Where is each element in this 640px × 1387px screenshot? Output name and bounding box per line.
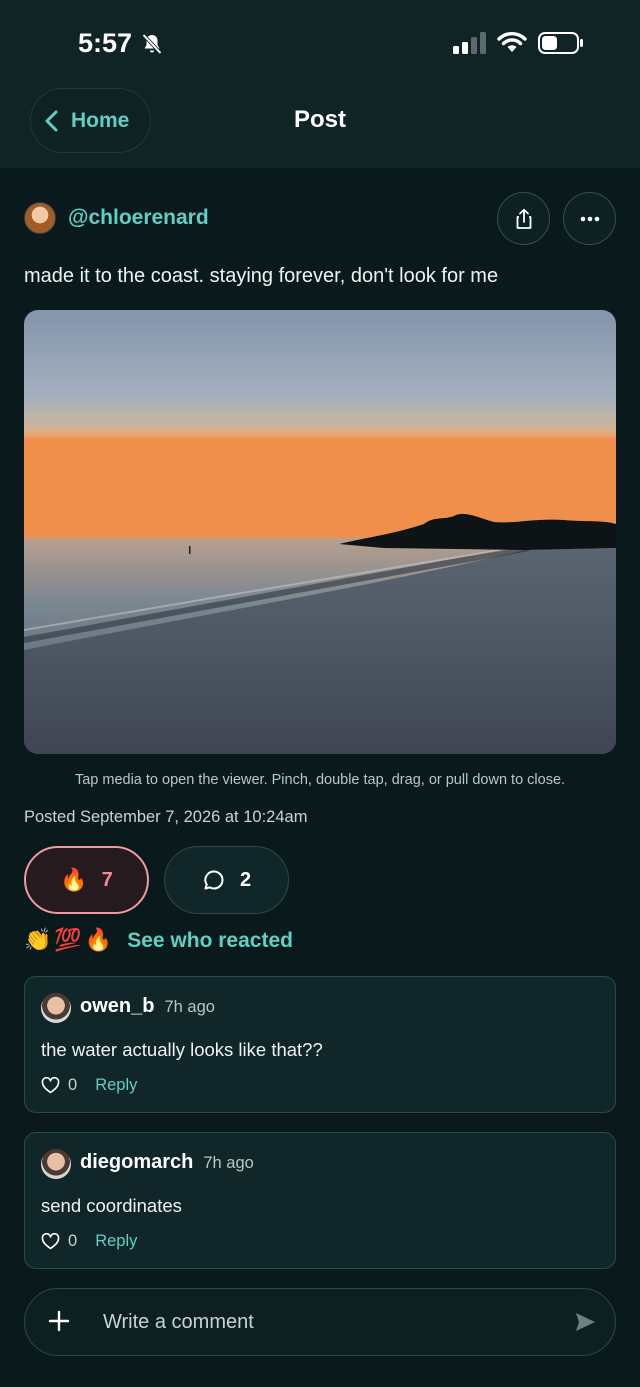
like-count: 0: [68, 1232, 78, 1250]
comment-input[interactable]: [103, 1307, 543, 1337]
cellular-signal-icon: [453, 32, 486, 54]
hundred-emoji-icon: 💯: [54, 928, 82, 953]
share-button[interactable]: [497, 192, 550, 245]
comment-username[interactable]: owen_b: [80, 995, 154, 1017]
top-bar: 5:57 Home Post: [0, 0, 640, 168]
post-photo[interactable]: [24, 310, 616, 754]
reply-button[interactable]: Reply: [95, 1232, 137, 1251]
comment-card: diegomarch 7h ago send coordinates 0 Repl…: [24, 1132, 616, 1269]
reply-button[interactable]: Reply: [95, 1076, 137, 1095]
reaction-count: 7: [101, 868, 113, 891]
heart-icon[interactable]: [41, 1233, 60, 1250]
reaction-button[interactable]: 🔥 7: [24, 846, 149, 914]
fire-emoji-icon: 🔥: [84, 928, 113, 953]
comment-username[interactable]: diegomarch: [80, 1151, 193, 1173]
status-time: 5:57: [78, 28, 133, 58]
comment-header: owen_b 7h ago: [80, 995, 215, 1018]
see-who-reacted-link[interactable]: See who reacted: [127, 929, 293, 953]
fire-emoji-icon: 🔥: [60, 867, 88, 893]
comment-actions: 0 Reply: [41, 1076, 137, 1095]
comment-text: the water actually looks like that??: [41, 1039, 323, 1060]
media-hint: Tap media to open the viewer. Pinch, dou…: [74, 772, 566, 788]
heart-icon[interactable]: [41, 1077, 60, 1094]
avatar[interactable]: [24, 202, 56, 234]
comment-count: 2: [239, 868, 252, 891]
battery-icon: [538, 32, 583, 54]
comment-composer: [24, 1288, 616, 1356]
plus-icon[interactable]: [47, 1309, 71, 1333]
comment-bubble-icon: [204, 870, 224, 890]
post-caption: made it to the coast. staying forever, d…: [24, 265, 499, 287]
post-author[interactable]: @chloerenard: [24, 202, 209, 234]
clap-emoji-icon: 👏: [24, 928, 52, 953]
send-icon[interactable]: [574, 1311, 596, 1333]
avatar[interactable]: [41, 993, 71, 1023]
reactions-summary[interactable]: 👏 💯 🔥 See who reacted: [24, 928, 293, 953]
more-options-button[interactable]: [563, 192, 616, 245]
avatar[interactable]: [41, 1149, 71, 1179]
comment-card: owen_b 7h ago the water actually looks li…: [24, 976, 616, 1113]
comment-text: send coordinates: [41, 1195, 182, 1216]
comment-header: diegomarch 7h ago: [80, 1151, 254, 1174]
share-icon: [516, 208, 531, 229]
comments-button[interactable]: 2: [164, 846, 289, 914]
comment-time: 7h ago: [164, 998, 215, 1016]
comment-time: 7h ago: [203, 1154, 254, 1172]
posted-timestamp: Posted September 7, 2026 at 10:24am: [24, 808, 308, 826]
more-dots-icon: [580, 216, 599, 221]
bell-slash-icon: [142, 33, 162, 55]
page-title: Post: [293, 106, 346, 133]
author-username[interactable]: @chloerenard: [68, 206, 209, 230]
wifi-icon: [497, 32, 527, 52]
comment-actions: 0 Reply: [41, 1232, 137, 1251]
like-count: 0: [68, 1076, 78, 1094]
